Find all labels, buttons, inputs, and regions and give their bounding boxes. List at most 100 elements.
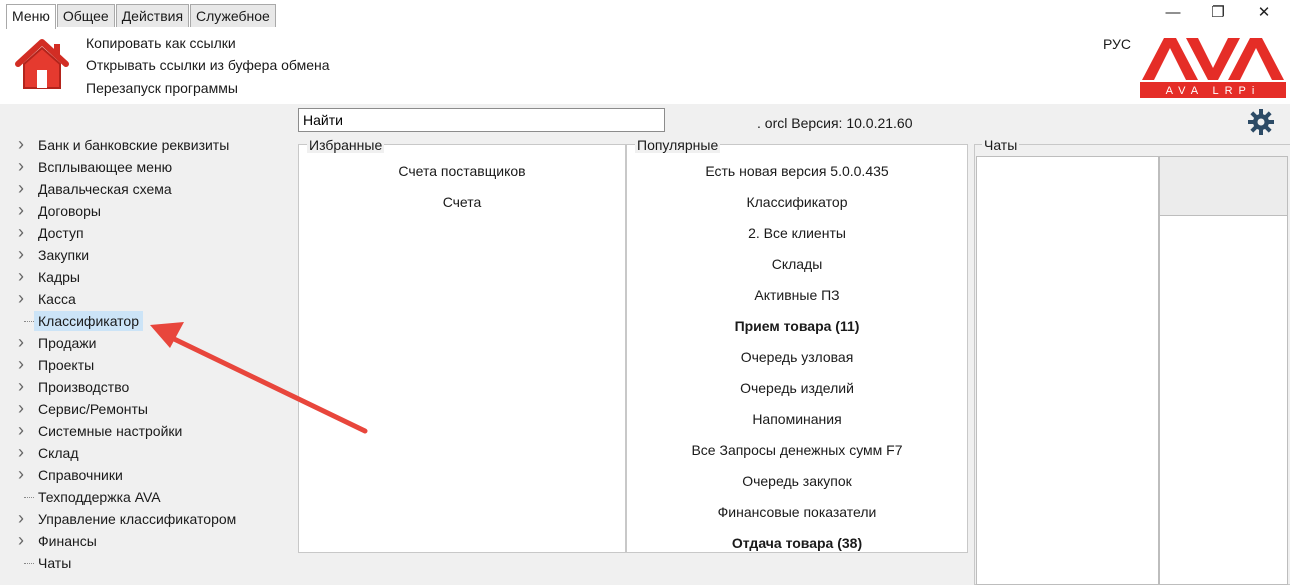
chevron-right-icon[interactable]: › xyxy=(18,244,28,264)
tree-item-label: Доступ xyxy=(38,225,84,241)
copy-as-links-command[interactable]: Копировать как ссылки xyxy=(86,35,236,51)
chevron-right-icon[interactable]: › xyxy=(18,156,28,176)
tree-item-label: Системные настройки xyxy=(38,423,183,439)
gear-icon[interactable] xyxy=(1247,108,1275,136)
tab-service[interactable]: Служебное xyxy=(190,4,276,27)
home-icon[interactable] xyxy=(12,38,72,92)
tree-item[interactable]: Чаты xyxy=(0,552,295,574)
chats-title: Чаты xyxy=(982,137,1020,153)
tree-item-label: Справочники xyxy=(38,467,123,483)
logo-subtext: AVA LRPi xyxy=(1166,85,1261,97)
tree-item[interactable]: › Давальческая схема xyxy=(0,178,295,200)
tree-item[interactable]: › Управление классификатором xyxy=(0,508,295,530)
tree-item[interactable]: › Сервис/Ремонты xyxy=(0,398,295,420)
popular-item[interactable]: Есть новая версия 5.0.0.435 xyxy=(627,163,967,179)
popular-item[interactable]: Активные ПЗ xyxy=(627,287,967,303)
minimize-button[interactable]: — xyxy=(1151,2,1195,24)
chat-list[interactable] xyxy=(976,156,1159,585)
chevron-right-icon[interactable]: › xyxy=(18,222,28,242)
tree-item-label: Давальческая схема xyxy=(38,181,172,197)
tree-item[interactable]: › Справочники xyxy=(0,464,295,486)
tree-item[interactable]: › Касса xyxy=(0,288,295,310)
tree-item[interactable]: › Договоры xyxy=(0,200,295,222)
chevron-right-icon[interactable]: › xyxy=(18,464,28,484)
chevron-right-icon[interactable]: › xyxy=(18,134,28,154)
tree-connector xyxy=(24,321,34,322)
search-input[interactable] xyxy=(298,108,665,132)
tree-item-label: Управление классификатором xyxy=(38,511,237,527)
popular-item[interactable]: Очередь изделий xyxy=(627,380,967,396)
tree-item[interactable]: › Проекты xyxy=(0,354,295,376)
language-indicator[interactable]: РУС xyxy=(1103,36,1131,52)
chevron-right-icon[interactable]: › xyxy=(18,442,28,462)
popular-item[interactable]: Отдача товара (38) xyxy=(627,535,967,551)
tree-item-label: Банк и банковские реквизиты xyxy=(38,137,230,153)
popular-item[interactable]: Классификатор xyxy=(627,194,967,210)
popular-item[interactable]: Все Запросы денежных сумм F7 xyxy=(627,442,967,458)
chevron-right-icon[interactable]: › xyxy=(18,288,28,308)
tree-item[interactable]: › Всплывающее меню xyxy=(0,156,295,178)
version-label: . orcl Версия: 10.0.21.60 xyxy=(757,115,913,131)
favorite-item[interactable]: Счета поставщиков xyxy=(299,163,625,179)
chevron-right-icon[interactable]: › xyxy=(18,508,28,528)
tree-item-label: Производство xyxy=(38,379,130,395)
popular-item[interactable]: Напоминания xyxy=(627,411,967,427)
chevron-right-icon[interactable]: › xyxy=(18,200,28,220)
chevron-right-icon[interactable]: › xyxy=(18,354,28,374)
popular-item[interactable]: 2. Все клиенты xyxy=(627,225,967,241)
tree-item-label: Классификатор xyxy=(34,311,144,331)
tree-item-label: Техподдержка AVA xyxy=(38,489,161,505)
chevron-right-icon[interactable]: › xyxy=(18,420,28,440)
tab-actions[interactable]: Действия xyxy=(115,4,190,27)
favorite-item[interactable]: Счета xyxy=(299,194,625,210)
tree-item[interactable]: › Кадры xyxy=(0,266,295,288)
tree-item[interactable]: › Производство xyxy=(0,376,295,398)
chevron-right-icon[interactable]: › xyxy=(18,266,28,286)
chevron-right-icon[interactable]: › xyxy=(18,530,28,550)
tree-item[interactable]: › Закупки xyxy=(0,244,295,266)
tree-item[interactable]: › Доступ xyxy=(0,222,295,244)
popular-panel: Популярные Есть новая версия 5.0.0.435 Кл… xyxy=(626,137,968,553)
chat-header xyxy=(1159,156,1288,216)
tree-item-label: Всплывающее меню xyxy=(38,159,173,175)
tree-item-label: Финансы xyxy=(38,533,97,549)
tree-item-label: Кадры xyxy=(38,269,80,285)
tree-item-label: Проекты xyxy=(38,357,95,373)
tree-item-label: Продажи xyxy=(38,335,97,351)
tree-connector xyxy=(24,563,34,564)
navigation-tree: › Банк и банковские реквизиты › Всплывающее… xyxy=(0,134,295,585)
chevron-right-icon[interactable]: › xyxy=(18,332,28,352)
tree-item-label: Закупки xyxy=(38,247,90,263)
chevron-right-icon[interactable]: › xyxy=(18,376,28,396)
tab-general[interactable]: Общее xyxy=(56,4,115,27)
tree-item-label: Касса xyxy=(38,291,76,307)
tree-item[interactable]: › Склад xyxy=(0,442,295,464)
tree-item-label: Сервис/Ремонты xyxy=(38,401,148,417)
tree-item[interactable]: › Финансы xyxy=(0,530,295,552)
tree-item[interactable]: Техподдержка AVA xyxy=(0,486,295,508)
chat-messages[interactable] xyxy=(1159,216,1288,585)
chevron-right-icon[interactable]: › xyxy=(18,398,28,418)
tree-item-label: Чаты xyxy=(38,555,72,571)
tree-item[interactable]: › Продажи xyxy=(0,332,295,354)
popular-item[interactable]: Очередь закупок xyxy=(627,473,967,489)
restore-button[interactable]: ❐ xyxy=(1196,2,1240,24)
restart-program-command[interactable]: Перезапуск программы xyxy=(86,80,238,96)
tree-item[interactable]: › Банк и банковские реквизиты xyxy=(0,134,295,156)
open-links-from-clipboard-command[interactable]: Открывать ссылки из буфера обмена xyxy=(86,57,330,73)
tree-item[interactable]: › Системные настройки xyxy=(0,420,295,442)
tree-item[interactable]: Классификатор xyxy=(0,310,295,332)
tab-menu[interactable]: Меню xyxy=(6,4,56,29)
ava-logo-icon: AVA LRPi xyxy=(1140,38,1286,98)
popular-item[interactable]: Финансовые показатели xyxy=(627,504,967,520)
favorites-title: Избранные xyxy=(307,137,385,153)
popular-item[interactable]: Очередь узловая xyxy=(627,349,967,365)
tree-connector xyxy=(24,497,34,498)
chevron-right-icon[interactable]: › xyxy=(18,178,28,198)
favorites-panel: Избранные Счета поставщиков Счета xyxy=(298,137,626,553)
popular-item[interactable]: Склады xyxy=(627,256,967,272)
ribbon-tabs: Меню Общее Действия Служебное xyxy=(6,4,277,29)
popular-item[interactable]: Прием товара (11) xyxy=(627,318,967,334)
tree-item-label: Склад xyxy=(38,445,79,461)
close-button[interactable]: ✕ xyxy=(1242,2,1286,24)
